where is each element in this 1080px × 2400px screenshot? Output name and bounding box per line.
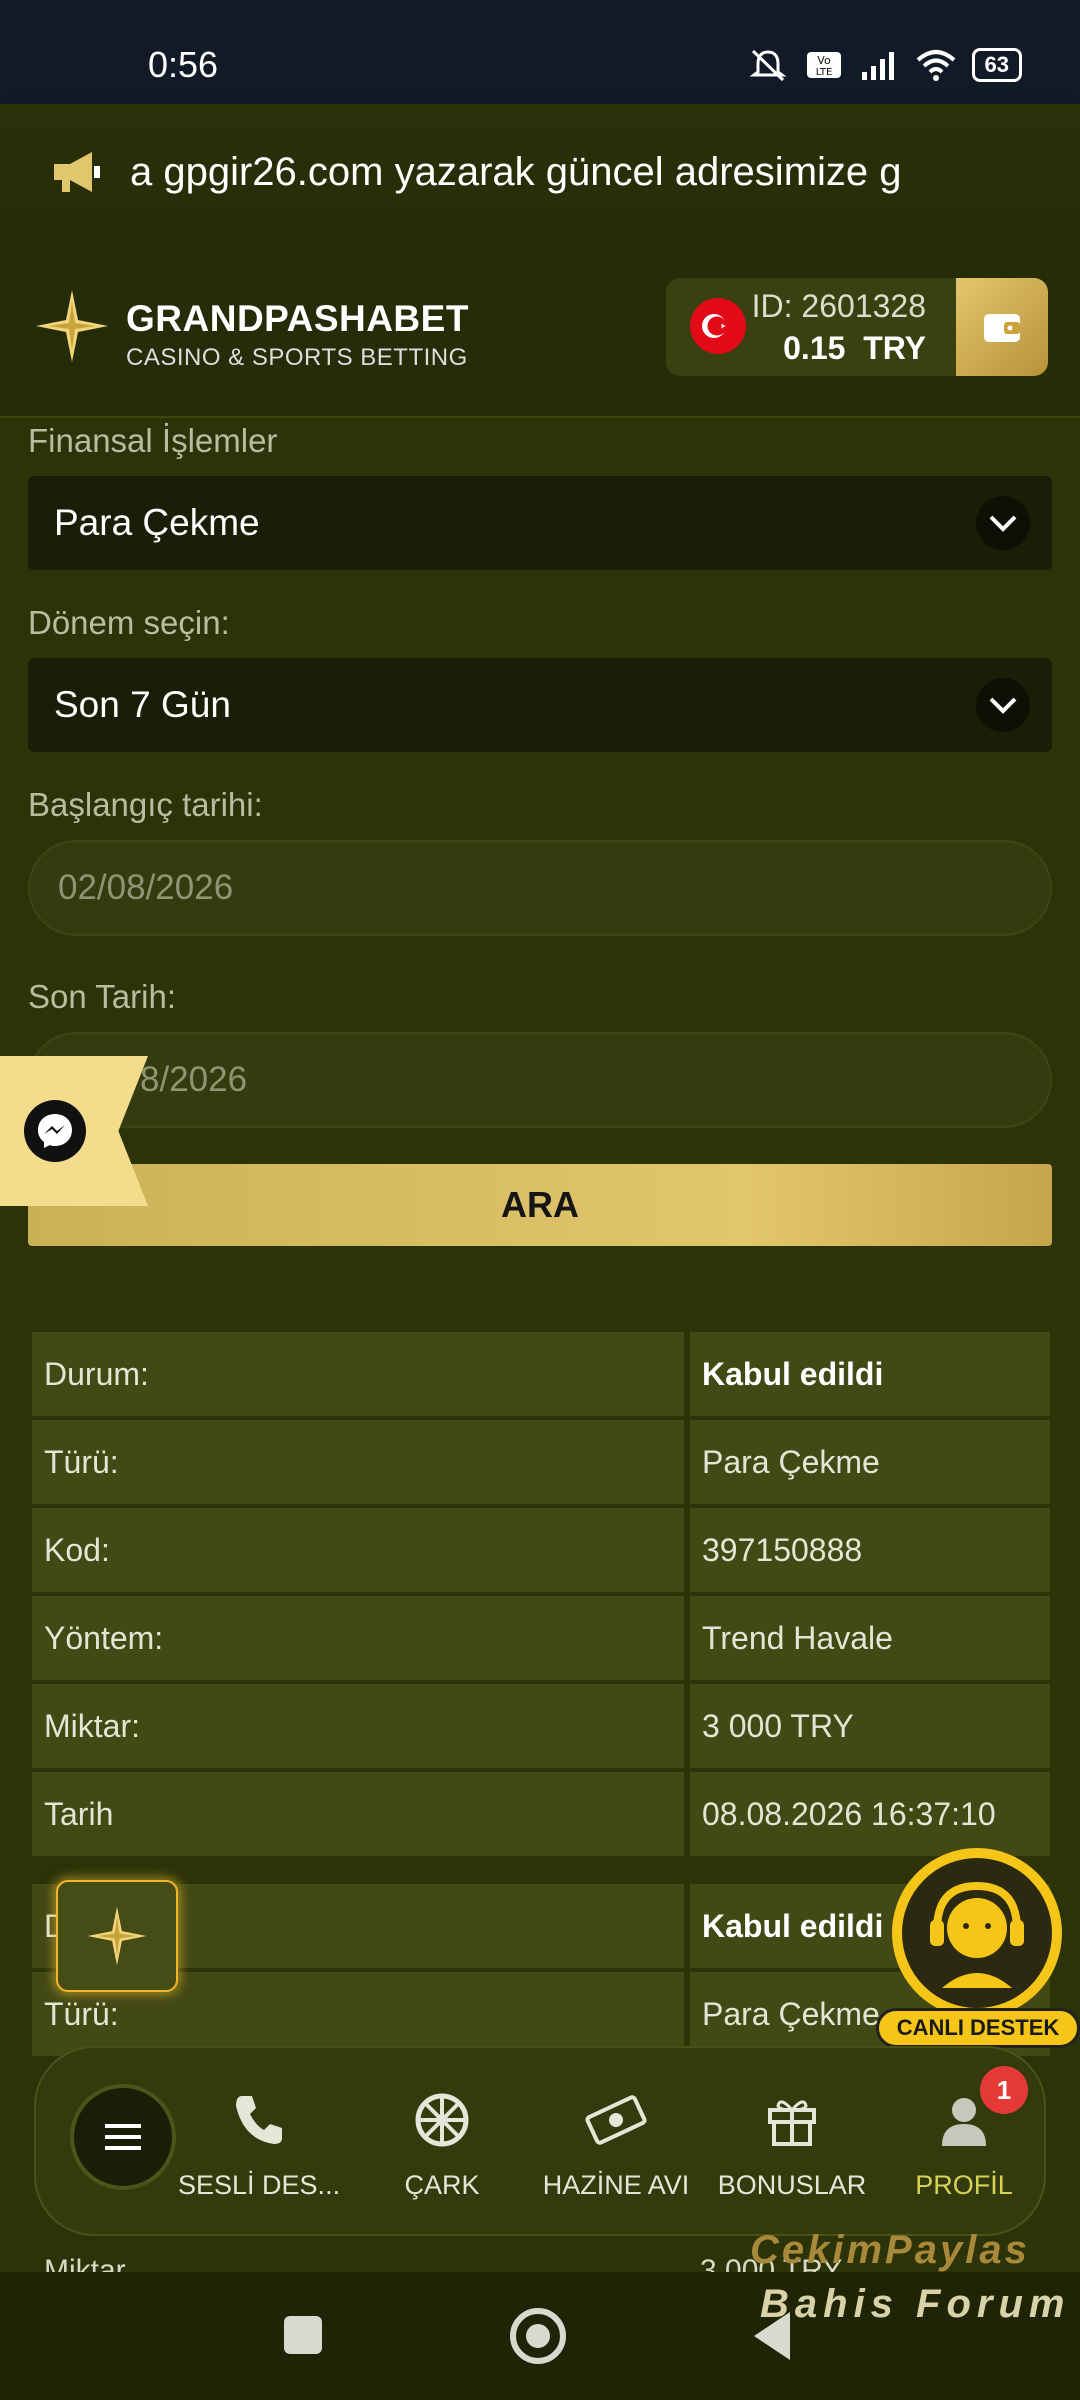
chevron-down-icon: [976, 496, 1030, 550]
row-label: Kod:: [32, 1508, 684, 1592]
status-icons: Vo LTE 63: [748, 48, 1022, 82]
nav-item-wheel[interactable]: ÇARK: [362, 2088, 522, 2201]
account-balance: 0.15 TRY: [783, 330, 926, 367]
table-row: Miktar: 3 000 TRY: [32, 1684, 1050, 1768]
row-label: Tarih: [32, 1772, 684, 1856]
volte-icon: VoLTE: [806, 52, 841, 78]
wallet-button[interactable]: [956, 278, 1048, 376]
bottom-navigation: SESLİ DES... ÇARK HAZİNE AVI BONUSLAR 1 …: [34, 2046, 1046, 2236]
financial-type-select[interactable]: Para Çekme: [28, 476, 1052, 570]
nav-label: HAZİNE AVI: [542, 2170, 690, 2200]
brand-tagline: CASINO & SPORTS BETTING: [126, 344, 468, 371]
megaphone-icon: [54, 152, 100, 192]
row-label: Yöntem:: [32, 1596, 684, 1680]
favorites-star-button[interactable]: [56, 1880, 178, 1992]
gift-icon: [768, 2100, 816, 2146]
home-button[interactable]: [510, 2308, 566, 2364]
recent-apps-button[interactable]: [284, 2316, 322, 2354]
watermark-text: Bahis Forum: [760, 2282, 1071, 2326]
nav-item-voice-support[interactable]: SESLİ DES...: [178, 2088, 341, 2201]
menu-button[interactable]: [70, 2084, 176, 2190]
money-icon: [585, 2095, 647, 2145]
wheel-icon: [415, 2093, 469, 2147]
financial-label: Finansal İşlemler: [28, 422, 278, 459]
table-row: Kod: 397150888: [32, 1508, 1050, 1592]
wallet-icon: [984, 314, 1020, 342]
svg-text:LTE: LTE: [815, 67, 832, 78]
watermark-text: CekimPaylas: [750, 2228, 1030, 2272]
announcement-text: a gpgir26.com yazarak güncel adresimize …: [130, 150, 902, 194]
wifi-icon: [916, 50, 955, 81]
account-id: ID: 2601328: [751, 288, 926, 324]
search-button[interactable]: ARA: [28, 1164, 1052, 1246]
brand-star-icon[interactable]: [34, 288, 110, 364]
balance-currency: TRY: [863, 330, 926, 366]
mute-bell-icon: [749, 49, 787, 82]
svg-text:Vo: Vo: [817, 54, 831, 67]
row-value: Para Çekme: [690, 1420, 1050, 1504]
signal-icon: [861, 52, 894, 80]
brand-name: GRANDPASHABET: [126, 298, 469, 339]
start-date-label: Başlangıç tarihi:: [28, 786, 263, 823]
table-row: Durum: Kabul edildi: [32, 1332, 1050, 1416]
account-panel[interactable]: ID: 2601328 0.15 TRY: [666, 278, 1048, 376]
row-value: 397150888: [690, 1508, 1050, 1592]
headset-agent-icon: [892, 1848, 1062, 2018]
nav-label: BONUSLAR: [717, 2170, 867, 2200]
row-label: Miktar:: [32, 1684, 684, 1768]
row-value: Trend Havale: [690, 1596, 1050, 1680]
row-label: Türü:: [32, 1420, 684, 1504]
phone-icon: [236, 2096, 282, 2144]
balance-amount: 0.15: [783, 330, 846, 366]
financial-type-value: Para Çekme: [54, 502, 260, 543]
nav-item-profile[interactable]: 1 PROFİL: [884, 2066, 1044, 2201]
hamburger-menu-icon: [105, 2124, 141, 2150]
star-icon: [87, 1906, 147, 1966]
battery-indicator: 63: [971, 48, 1022, 82]
nav-item-bonuses[interactable]: BONUSLAR: [712, 2088, 872, 2201]
turkey-flag-icon: [690, 298, 746, 354]
notification-badge: 1: [980, 2066, 1028, 2114]
announcement-bar: a gpgir26.com yazarak güncel adresimize …: [0, 104, 1080, 240]
nav-label: ÇARK: [404, 2170, 480, 2200]
period-label: Dönem seçin:: [28, 604, 230, 641]
site-header: GRANDPASHABET CASINO & SPORTS BETTING ID…: [0, 240, 1080, 418]
table-row: Türü: Para Çekme: [32, 1420, 1050, 1504]
end-date-label: Son Tarih:: [28, 978, 176, 1015]
messenger-icon[interactable]: [24, 1100, 86, 1162]
row-value: 3 000 TRY: [690, 1684, 1050, 1768]
nav-item-treasure-hunt[interactable]: HAZİNE AVI: [536, 2088, 696, 2201]
start-date-input[interactable]: 02/08/2026: [28, 840, 1052, 936]
brand-logo[interactable]: GRANDPASHABET CASINO & SPORTS BETTING: [126, 298, 469, 372]
row-value: 08.08.2026 16:37:10: [690, 1772, 1050, 1856]
status-bar: 0:56 Vo LTE 63: [0, 0, 1080, 104]
live-support-label: CANLI DESTEK: [876, 2008, 1080, 2048]
table-row: Yöntem: Trend Havale: [32, 1596, 1050, 1680]
table-row: Tarih 08.08.2026 16:37:10: [32, 1772, 1050, 1856]
row-value: Kabul edildi: [690, 1332, 1050, 1416]
period-value: Son 7 Gün: [54, 684, 231, 725]
live-support-button[interactable]: CANLI DESTEK: [876, 1848, 1080, 2048]
period-select[interactable]: Son 7 Gün: [28, 658, 1052, 752]
status-time: 0:56: [148, 44, 219, 85]
nav-label: PROFİL: [915, 2170, 1013, 2200]
chevron-down-icon: [976, 678, 1030, 732]
end-date-input[interactable]: 8/2026: [28, 1032, 1052, 1128]
nav-label: SESLİ DES...: [178, 2170, 341, 2200]
row-label: Durum:: [32, 1332, 684, 1416]
